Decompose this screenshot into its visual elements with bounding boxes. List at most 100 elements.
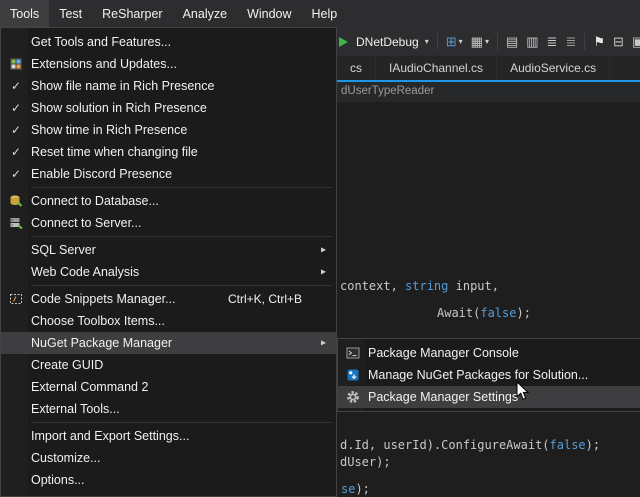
menubar-item-help[interactable]: Help (302, 0, 348, 27)
menu-item-external-command-2[interactable]: External Command 2 (1, 376, 336, 398)
menu-item-connect-to-database[interactable]: Connect to Database... (1, 190, 336, 212)
attach-icon[interactable]: ⊞▾ (446, 35, 463, 48)
menu-item-show-file-name-in-rich-presence[interactable]: ✓Show file name in Rich Presence (1, 75, 336, 97)
menu-item-import-and-export-settings[interactable]: Import and Export Settings... (1, 425, 336, 447)
menu-item-enable-discord-presence[interactable]: ✓Enable Discord Presence (1, 163, 336, 185)
tabs-row: csIAudioChannel.csAudioService.cs (337, 56, 610, 80)
code-segment: ); (355, 482, 369, 496)
menu-item-reset-time-when-changing-file[interactable]: ✓Reset time when changing file (1, 141, 336, 163)
menu-item-label: Show time in Rich Presence (31, 123, 336, 137)
menu-item-customize[interactable]: Customize... (1, 447, 336, 469)
submenu-arrow-icon: ▸ (321, 245, 326, 256)
tools-menu-items: Get Tools and Features... Extensions and … (1, 28, 336, 494)
chevron-down-icon: ▾ (459, 38, 463, 46)
menubar-item-window[interactable]: Window (237, 0, 301, 27)
menu-item-label: Get Tools and Features... (31, 35, 336, 49)
menu-item-options[interactable]: Options... (1, 469, 336, 491)
menu-item-sql-server[interactable]: SQL Server▸ (1, 239, 336, 261)
menubar-item-test[interactable]: Test (49, 0, 92, 27)
menu-separator (31, 422, 332, 423)
menu-item-label: Connect to Server... (31, 216, 336, 230)
menu-item-label: Reset time when changing file (31, 145, 336, 159)
chevron-down-icon: ▾ (485, 38, 489, 46)
menu-item-code-snippets-manager[interactable]: Code Snippets Manager...Ctrl+K, Ctrl+B (1, 288, 336, 310)
menu-item-package-manager-console[interactable]: Package Manager Console (338, 342, 640, 364)
code-segment: ); (516, 306, 530, 320)
code-segment: false (550, 438, 586, 452)
menu-item-connect-to-server[interactable]: Connect to Server... (1, 212, 336, 234)
mouse-cursor (516, 381, 529, 406)
menu-item-show-solution-in-rich-presence[interactable]: ✓Show solution in Rich Presence (1, 97, 336, 119)
menu-separator (31, 187, 332, 188)
tab-audioservice-cs[interactable]: AudioService.cs (497, 56, 610, 80)
toolbar-separator (584, 33, 585, 50)
menu-item-nuget-package-manager[interactable]: NuGet Package Manager▸ (1, 332, 336, 354)
bookmark-icon-glyph: ⚑ (593, 35, 605, 48)
console-icon (338, 346, 368, 360)
menu-item-choose-toolbox-items[interactable]: Choose Toolbox Items... (1, 310, 336, 332)
code-segment: input, (448, 279, 499, 293)
code-segment: string (405, 279, 448, 293)
menu-separator (31, 285, 332, 286)
line-list-icon[interactable]: ≣ (547, 35, 558, 48)
submenu-arrow-icon: ▸ (321, 267, 326, 278)
frame-icon[interactable]: ▣ (632, 35, 640, 48)
server-icon (1, 216, 31, 230)
menu-item-label: Package Manager Console (368, 346, 640, 360)
extensions-icon (1, 57, 31, 71)
menu-item-label: Extensions and Updates... (31, 57, 336, 71)
bookmark-icon[interactable]: ⚑ (593, 35, 605, 48)
menu-separator (31, 236, 332, 237)
menu-item-show-time-in-rich-presence[interactable]: ✓Show time in Rich Presence (1, 119, 336, 141)
code-segment: context (340, 279, 391, 293)
menu-item-label: SQL Server (31, 243, 336, 257)
line-list-alt-icon[interactable]: ≣ (565, 35, 576, 48)
check-icon: ✓ (1, 101, 31, 115)
check-icon: ✓ (1, 123, 31, 137)
menu-item-label: Connect to Database... (31, 194, 336, 208)
nuget-submenu-items: Package Manager Console Manage NuGet Pack… (338, 339, 640, 411)
menu-item-label: Web Code Analysis (31, 265, 336, 279)
tab-iaudiochannel-cs[interactable]: IAudioChannel.cs (376, 56, 497, 80)
menubar-item-analyze[interactable]: Analyze (173, 0, 237, 27)
code-segment: ); (586, 438, 600, 452)
doc-preview-icon-glyph: ▥ (526, 35, 538, 48)
package-icon (338, 368, 368, 382)
doc-outline-icon[interactable]: ▤ (506, 35, 518, 48)
menu-item-manage-nuget-packages-for-solution[interactable]: Manage NuGet Packages for Solution... (338, 364, 640, 386)
database-icon (1, 194, 31, 208)
check-icon: ✓ (1, 79, 31, 93)
start-debug-icon[interactable] (339, 37, 348, 47)
menubar: ToolsTestReSharperAnalyzeWindowHelp (0, 0, 640, 27)
check-icon: ✓ (1, 167, 31, 181)
menu-item-web-code-analysis[interactable]: Web Code Analysis▸ (1, 261, 336, 283)
attach-icon-glyph: ⊞ (446, 35, 457, 48)
menu-item-create-guid[interactable]: Create GUID (1, 354, 336, 376)
menu-item-package-manager-settings[interactable]: Package Manager Settings (338, 386, 640, 408)
menubar-item-resharper[interactable]: ReSharper (92, 0, 172, 27)
debug-target-label: DNetDebug (356, 35, 419, 49)
code-segment: d.Id, userId).ConfigureAwait( (340, 438, 550, 452)
menu-item-get-tools-and-features[interactable]: Get Tools and Features... (1, 31, 336, 53)
doc-preview-icon[interactable]: ▥ (526, 35, 538, 48)
split-window-icon-glyph: ⊟ (613, 35, 624, 48)
menu-item-label: Enable Discord Presence (31, 167, 336, 181)
menu-item-label: Import and Export Settings... (31, 429, 336, 443)
menu-item-external-tools[interactable]: External Tools... (1, 398, 336, 420)
toolbar-icons: ⊞▾▦▾▤▥≣≣⚑⊟▣ (446, 33, 640, 50)
tab-cs[interactable]: cs (337, 56, 376, 80)
toolbar-inner: DNetDebug ▾ ⊞▾▦▾▤▥≣≣⚑⊟▣ (339, 27, 640, 56)
menu-item-extensions-and-updates[interactable]: Extensions and Updates... (1, 53, 336, 75)
chevron-down-icon: ▾ (425, 38, 429, 46)
split-window-icon[interactable]: ⊟ (613, 35, 624, 48)
window-layout-icon[interactable]: ▦▾ (471, 35, 489, 48)
check-icon: ✓ (1, 145, 31, 159)
code-line: context, string input, (340, 279, 499, 293)
menu-item-label: External Command 2 (31, 380, 336, 394)
debug-target-dropdown[interactable]: DNetDebug ▾ (356, 35, 429, 49)
code-segment: , (391, 279, 405, 293)
gear-icon (338, 390, 368, 404)
breadcrumb[interactable]: dUserTypeReader (341, 85, 434, 97)
code-line: se); (341, 482, 370, 496)
menubar-item-tools[interactable]: Tools (0, 0, 49, 27)
